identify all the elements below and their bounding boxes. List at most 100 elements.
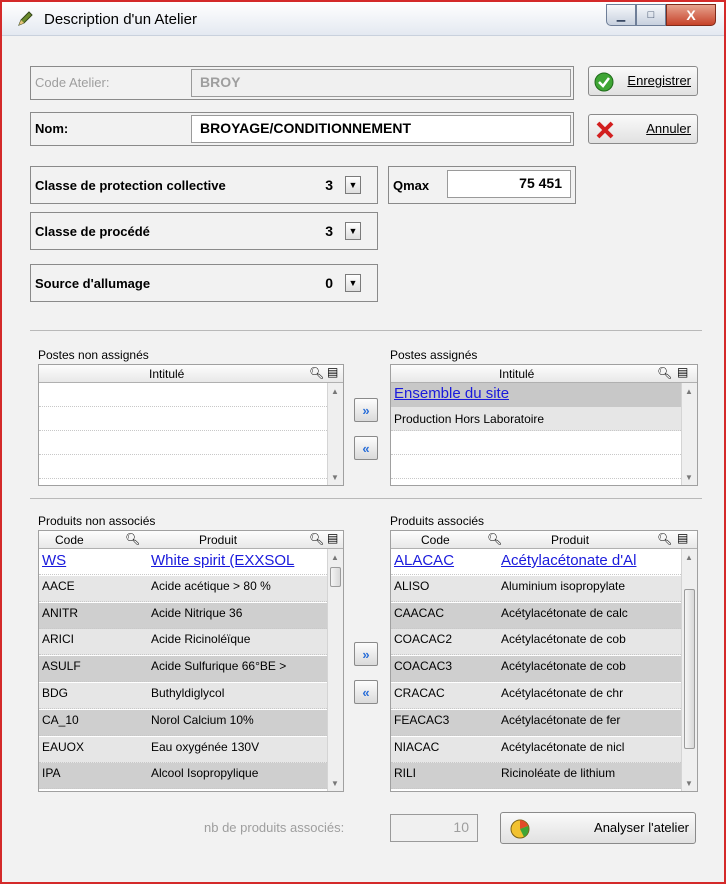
nom-row: Nom: BROYAGE/CONDITIONNEMENT: [30, 112, 574, 146]
list-item[interactable]: [39, 407, 327, 431]
scrollbar[interactable]: ▲ ▼: [327, 383, 343, 485]
column-produit[interactable]: Produit: [551, 533, 589, 547]
table-row[interactable]: CRACAC Acétylacétonate de chr: [391, 683, 681, 709]
table-row[interactable]: ALACAC Acétylacétonate d'Al: [391, 549, 681, 575]
table-row[interactable]: IPA Alcool Isopropylique: [39, 763, 327, 790]
source-allumage-combo[interactable]: 0 ▼: [301, 268, 373, 298]
source-allumage-label: Source d'allumage: [35, 276, 151, 291]
title-bar[interactable]: Description d'un Atelier ▁ □ X: [2, 2, 724, 36]
scrollbar-thumb[interactable]: [684, 589, 695, 749]
annuler-label: Annuler: [646, 121, 691, 136]
classe-procede-combo[interactable]: 3 ▼: [301, 216, 373, 246]
list-item[interactable]: [39, 455, 327, 479]
classe-protection-combo[interactable]: 3 ▼: [301, 170, 373, 200]
qmax-field[interactable]: 75 451: [447, 170, 571, 198]
produits-associes-label: Produits associés: [390, 514, 485, 528]
table-row[interactable]: ANITR Acide Nitrique 36: [39, 602, 327, 629]
list-item[interactable]: [391, 431, 681, 455]
column-config-icon[interactable]: ▤: [677, 365, 688, 379]
scrollbar-thumb[interactable]: [330, 567, 341, 587]
classe-protection-value: 3: [325, 177, 333, 193]
scrollbar[interactable]: ▲ ▼: [681, 549, 697, 791]
maximize-button[interactable]: □: [636, 4, 666, 26]
cell-produit: Aluminium isopropylate: [501, 578, 626, 593]
enregistrer-button[interactable]: Enregistrer: [588, 66, 698, 96]
scrollbar[interactable]: ▲ ▼: [681, 383, 697, 485]
table-row[interactable]: CA_10 Norol Calcium 10%: [39, 709, 327, 736]
cell-produit: Acide Nitrique 36: [151, 605, 243, 620]
chevron-down-icon[interactable]: ▼: [345, 176, 361, 194]
magnifier-icon[interactable]: 🔍︎: [657, 366, 672, 380]
magnifier-icon[interactable]: 🔍︎: [309, 366, 324, 380]
table-row[interactable]: ASULF Acide Sulfurique 66°BE >: [39, 656, 327, 683]
list-item[interactable]: Production Hors Laboratoire: [391, 407, 681, 431]
table-row[interactable]: CAACAC Acétylacétonate de calc: [391, 602, 681, 629]
table-row[interactable]: COACAC2 Acétylacétonate de cob: [391, 629, 681, 656]
separator: [30, 498, 702, 499]
double-arrow-left-icon[interactable]: «: [354, 680, 378, 704]
cell-produit[interactable]: White spirit (EXXSOL: [151, 552, 325, 569]
nom-value: BROYAGE/CONDITIONNEMENT: [200, 120, 412, 136]
double-arrow-left-icon[interactable]: «: [354, 436, 378, 460]
red-x-icon: [596, 121, 614, 139]
classe-procede-label: Classe de procédé: [35, 224, 150, 239]
cell-produit[interactable]: Acétylacétonate d'Al: [501, 552, 677, 569]
cell-code: ASULF: [42, 659, 81, 674]
chevron-down-icon[interactable]: ▼: [345, 274, 361, 292]
double-arrow-right-icon[interactable]: »: [354, 398, 378, 422]
table-row[interactable]: ALISO Aluminium isopropylate: [391, 575, 681, 602]
classe-protection-label: Classe de protection collective: [35, 178, 226, 193]
postes-non-assignes-grid[interactable]: Intitulé 🔍︎ ▤ ▲ ▼: [38, 364, 344, 486]
cell-code[interactable]: WS: [42, 552, 146, 569]
close-icon: X: [686, 7, 696, 23]
scrollbar[interactable]: ▲ ▼: [327, 549, 343, 791]
poste-title[interactable]: Ensemble du site: [394, 385, 509, 402]
produits-associes-grid[interactable]: Code 🔍︎ Produit 🔍︎ ▤ ALACAC Acétylacétona…: [390, 530, 698, 792]
column-code[interactable]: Code: [421, 533, 450, 547]
chevron-down-icon[interactable]: ▼: [345, 222, 361, 240]
postes-assignes-grid[interactable]: Intitulé 🔍︎ ▤ Ensemble du site Productio…: [390, 364, 698, 486]
double-arrow-right-icon[interactable]: »: [354, 642, 378, 666]
table-row[interactable]: ARICI Acide Ricinoléïque: [39, 629, 327, 656]
produits-non-associes-grid[interactable]: Code 🔍︎ Produit 🔍︎ ▤ WS White spirit (EXX…: [38, 530, 344, 792]
magnifier-icon[interactable]: 🔍︎: [125, 532, 140, 546]
analyser-label: Analyser l'atelier: [594, 820, 689, 835]
cell-code: COACAC2: [394, 632, 453, 647]
list-item[interactable]: [39, 431, 327, 455]
cell-code[interactable]: ALACAC: [394, 552, 496, 569]
close-button[interactable]: X: [666, 4, 716, 26]
cell-produit: Acide Sulfurique 66°BE >: [151, 659, 287, 674]
cell-produit: Acétylacétonate de nicl: [501, 739, 625, 754]
column-config-icon[interactable]: ▤: [327, 365, 338, 379]
list-item[interactable]: [391, 455, 681, 479]
nom-field[interactable]: BROYAGE/CONDITIONNEMENT: [191, 115, 571, 143]
analyser-button[interactable]: Analyser l'atelier: [500, 812, 696, 844]
postes-assignes-label: Postes assignés: [390, 348, 478, 362]
column-intitule[interactable]: Intitulé: [499, 367, 534, 381]
table-row[interactable]: WS White spirit (EXXSOL: [39, 549, 327, 575]
list-item[interactable]: Ensemble du site: [391, 383, 681, 407]
column-config-icon[interactable]: ▤: [677, 531, 688, 545]
table-row[interactable]: RILI Ricinoléate de lithium: [391, 763, 681, 790]
magnifier-icon[interactable]: 🔍︎: [309, 532, 324, 546]
table-row[interactable]: NIACAC Acétylacétonate de nicl: [391, 736, 681, 763]
minimize-button[interactable]: ▁: [606, 4, 636, 26]
table-row[interactable]: BDG Buthyldiglycol: [39, 683, 327, 709]
classe-protection-row: Classe de protection collective 3 ▼: [30, 166, 378, 204]
column-produit[interactable]: Produit: [199, 533, 237, 547]
annuler-button[interactable]: Annuler: [588, 114, 698, 144]
column-code[interactable]: Code: [55, 533, 84, 547]
atelier-window: Description d'un Atelier ▁ □ X Code Atel…: [0, 0, 726, 884]
cell-code: CAACAC: [394, 605, 445, 620]
list-item[interactable]: [39, 383, 327, 407]
table-row[interactable]: EAUOX Eau oxygénée 130V: [39, 736, 327, 763]
column-config-icon[interactable]: ▤: [327, 531, 338, 545]
code-atelier-field[interactable]: BROY: [191, 69, 571, 97]
column-intitule[interactable]: Intitulé: [149, 367, 184, 381]
table-row[interactable]: AACE Acide acétique > 80 %: [39, 575, 327, 602]
nb-produits-label: nb de produits associés:: [204, 820, 345, 835]
table-row[interactable]: FEACAC3 Acétylacétonate de fer: [391, 709, 681, 736]
magnifier-icon[interactable]: 🔍︎: [487, 532, 502, 546]
magnifier-icon[interactable]: 🔍︎: [657, 532, 672, 546]
table-row[interactable]: COACAC3 Acétylacétonate de cob: [391, 656, 681, 683]
